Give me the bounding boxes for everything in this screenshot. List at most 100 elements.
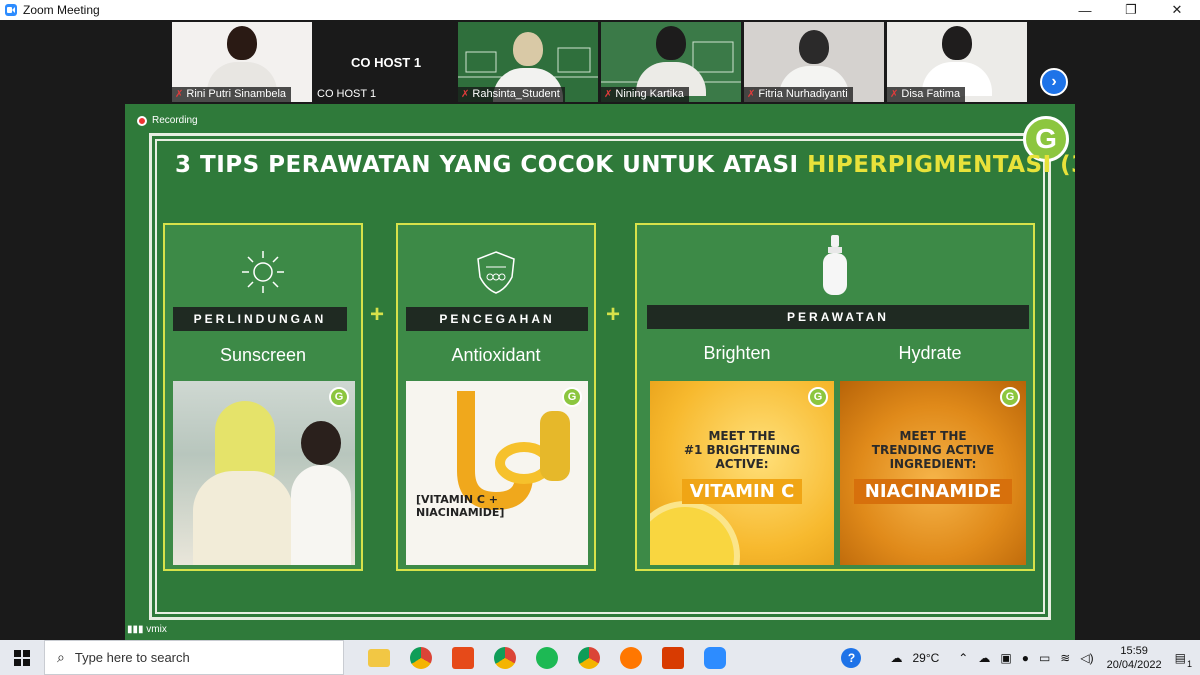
participant-tile[interactable]: ✗ Nining Kartika [601,22,741,102]
garnier-badge-icon: G [562,387,582,407]
office-icon[interactable] [442,640,484,675]
search-placeholder: Type here to search [74,650,190,665]
signal-bars-icon: ▮▮▮ [127,624,147,635]
niacinamide-label: NIACINAMIDE [854,479,1012,504]
clock-time: 15:59 [1120,644,1148,657]
participant-gallery: ✗ Rini Putri Sinambela CO HOST 1 CO HOST … [0,20,1200,104]
second-model-figure [301,421,341,465]
participant-tile[interactable]: CO HOST 1 CO HOST 1 [314,22,454,102]
wifi-icon[interactable]: ≋ [1060,651,1070,665]
cohost-center-label: CO HOST 1 [351,55,422,70]
chrome-alt-icon[interactable] [568,640,610,675]
chrome-icon[interactable] [400,640,442,675]
participant-tile[interactable]: ✗ Disa Fatima [887,22,1027,102]
windows-taskbar: ⌕ Type here to search ? ☁ 29°C ⌃ ☁ ▣ ● ▭… [0,640,1200,675]
participant-name-label: CO HOST 1 [317,88,377,100]
participant-name-label: ✗ Nining Kartika [601,87,689,102]
tip-card-pencegahan: PENCEGAHAN Antioxidant G [VITAMIN C + NI… [396,223,596,571]
tip-subtitle-hydrate: Hydrate [898,343,962,363]
slide-headline: 3 TIPS PERAWATAN YANG COCOK UNTUK ATASI … [175,152,1075,178]
weather-cloud-icon[interactable]: ☁ [890,651,902,665]
start-button[interactable] [0,640,44,675]
participant-tile[interactable]: ✗ Fitria Nurhadiyanti [744,22,884,102]
taskbar-search[interactable]: ⌕ Type here to search [44,640,344,675]
muted-mic-icon: ✗ [604,89,613,100]
zoom-app-icon [5,4,17,16]
shield-icon [474,249,518,300]
office-alt-icon[interactable] [652,640,694,675]
participant-name-label: ✗ Rini Putri Sinambela [172,87,292,102]
sunscreen-photo: G [173,381,355,565]
battery-icon[interactable]: ▭ [1039,651,1050,665]
participant-tile[interactable]: ✗ Rini Putri Sinambela [172,22,312,102]
serum-tube-illustration [457,391,570,511]
close-button[interactable]: ✕ [1154,0,1200,20]
vmix-watermark: ▮▮▮ vmix [127,624,167,635]
windows-icon [14,649,30,666]
lemon-slice [650,501,740,565]
restore-button[interactable]: ❐ [1108,0,1154,20]
plus-sign: + [606,301,621,328]
participant-name-label: ✗ Disa Fatima [887,87,966,102]
category-pill: PERAWATAN [647,305,1029,329]
search-icon: ⌕ [57,649,65,665]
pinned-apps [358,640,736,675]
muted-mic-icon: ✗ [461,89,470,100]
antioxidant-photo: G [VITAMIN C + NIACINAMIDE] [406,381,588,565]
temperature[interactable]: 29°C [912,651,939,665]
model-body [193,471,293,565]
tip-subtitle-brighten: Brighten [703,343,771,363]
niacinamide-photo: G MEET THE TRENDING ACTIVE INGREDIENT: N… [840,381,1026,565]
tip-subtitle: Sunscreen [219,345,307,365]
niacinamide-caption: MEET THE TRENDING ACTIVE INGREDIENT: [871,429,995,471]
participant-video [207,26,277,96]
participant-tile[interactable]: ✗ Rahsinta_Student [458,22,598,102]
clock-date: 20/04/2022 [1106,658,1162,671]
garnier-badge-icon: G [1000,387,1020,407]
dropper-bottle-icon [820,233,850,302]
participant-name-label: ✗ Rahsinta_Student [458,87,565,102]
garnier-badge-icon: G [329,387,349,407]
participant-video [636,26,706,96]
ingredient-caption: [VITAMIN C + NIACINAMIDE] [416,493,505,519]
category-pill: PENCEGAHAN [406,307,588,331]
vitamin-c-label: VITAMIN C [682,479,802,504]
participant-name-label: ✗ Fitria Nurhadiyanti [744,87,853,102]
next-page-button[interactable]: › [1040,68,1068,96]
muted-mic-icon: ✗ [175,89,184,100]
soundcloud-icon[interactable] [610,640,652,675]
tip-subtitle: Antioxidant [451,345,541,365]
spotify-icon[interactable] [526,640,568,675]
sun-icon [240,249,286,300]
notification-count: 1 [1186,658,1192,669]
tip-card-perlindungan: PERLINDUNGAN Sunscreen G [163,223,363,571]
device-icon[interactable]: ▣ [1000,651,1011,665]
chevron-right-icon: › [1051,73,1057,90]
onedrive-icon[interactable]: ☁ [978,651,990,665]
minimize-button[interactable]: — [1062,0,1108,20]
taskbar-clock[interactable]: 15:59 20/04/2022 [1107,644,1162,672]
participant-video [922,26,992,96]
chrome-profile-icon[interactable] [484,640,526,675]
system-tray: ? ☁ 29°C ⌃ ☁ ▣ ● ▭ ≋ ◁) 15:59 20/04/2022… [836,640,1200,675]
muted-mic-icon: ✗ [890,89,899,100]
file-explorer-icon[interactable] [358,640,400,675]
recording-indicator[interactable]: Recording [137,115,198,126]
garnier-badge-icon: G [808,387,828,407]
muted-mic-icon: ✗ [747,89,756,100]
vitamin-c-photo: G MEET THE #1 BRIGHTENING ACTIVE: VITAMI… [650,381,834,565]
window-title: Zoom Meeting [23,3,100,17]
microphone-icon[interactable]: ● [1022,651,1029,665]
record-icon [137,115,147,126]
volume-icon[interactable]: ◁) [1080,651,1093,665]
vitamin-c-caption: MEET THE #1 BRIGHTENING ACTIVE: [683,429,801,471]
presentation-slide: Recording G 3 TIPS PERAWATAN YANG COCOK … [125,104,1075,640]
hijab-model-figure [215,401,275,481]
title-bar: Zoom Meeting — ❐ ✕ [0,0,1200,20]
help-icon[interactable]: ? [841,647,862,668]
notification-center-icon[interactable]: ▤ 1 [1175,651,1192,669]
plus-sign: + [370,301,385,328]
chevron-up-icon[interactable]: ⌃ [958,651,968,665]
zoom-taskbar-icon[interactable] [694,640,736,675]
category-pill: PERLINDUNGAN [173,307,347,331]
